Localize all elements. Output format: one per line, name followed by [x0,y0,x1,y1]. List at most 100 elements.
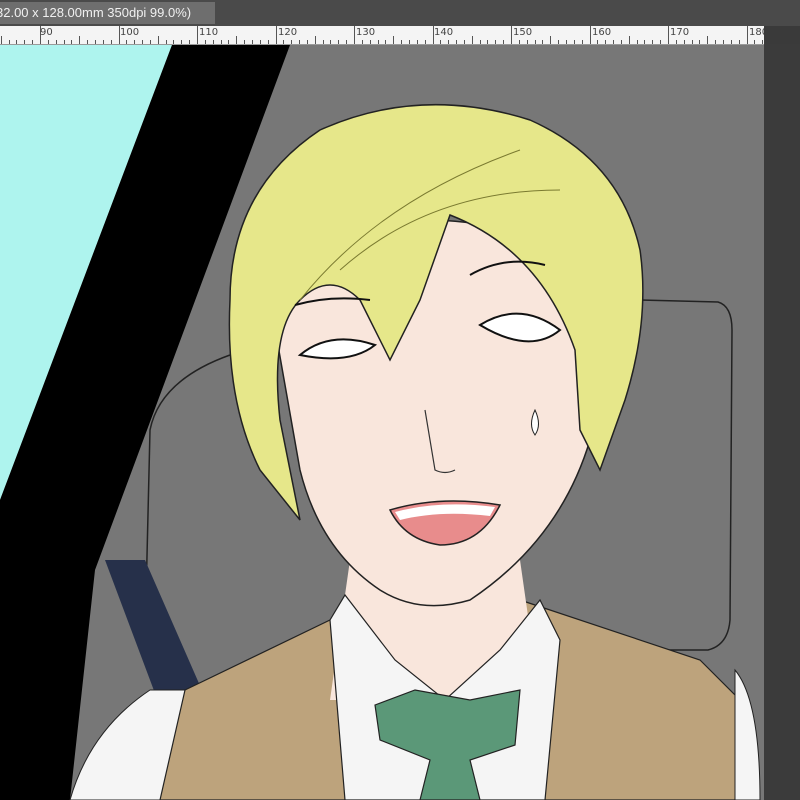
ruler-tick [754,40,756,44]
ruler-tick [440,40,442,44]
ruler-tick [605,40,607,44]
ruler-tick [204,40,206,44]
ruler-tick [228,40,230,44]
ruler-tick [55,40,57,44]
ruler-label: 100 [120,27,140,38]
ruler-tick [589,26,591,44]
ruler-tick [581,40,583,44]
ruler-tick [424,40,426,44]
ruler-tick [620,40,622,44]
ruler-tick [220,40,222,44]
ruler-tick [314,36,316,44]
ruler-tick [448,40,450,44]
ruler-tick [197,26,198,44]
ruler-tick [534,40,536,44]
ruler-tick [699,40,701,44]
ruler-tick [8,40,10,44]
ruler-tick [126,40,128,44]
ruler-tick [518,40,520,44]
document-tab[interactable]: 32.00 x 128.00mm 350dpi 99.0%) [0,2,215,24]
ruler-tick [181,40,183,44]
ruler-tick [746,26,748,44]
ruler-tick [369,40,371,44]
ruler-tick [251,40,253,44]
ruler-tick [416,40,418,44]
ruler-tick [134,40,136,44]
ruler-tick [173,40,175,44]
ruler-label: 130 [356,27,376,38]
ruler-tick [110,40,112,44]
ruler-tick [495,40,497,44]
ruler-tick [24,40,26,44]
ruler-tick [79,36,81,44]
ruler-tick [511,26,512,44]
ruler-tick [526,40,528,44]
ruler-tick [244,40,246,44]
ruler-tick [259,40,261,44]
ruler-label: 90 [40,27,53,38]
ruler-tick [283,40,285,44]
ruler-tick [149,40,151,44]
ruler-tick [628,36,630,44]
drawing-canvas[interactable] [0,45,764,800]
ruler-tick [401,40,403,44]
ruler-tick [707,36,709,44]
ruler-tick [668,26,669,44]
ruler-tick [346,40,348,44]
ruler-tick [456,40,458,44]
ruler-tick [142,40,144,44]
ruler-tick [267,40,269,44]
ruler-tick [87,40,89,44]
ruler-tick [660,40,662,44]
ruler-tick [361,40,363,44]
ruler-tick [573,40,575,44]
ruler-tick [0,36,2,44]
ruler-tick [463,40,465,44]
ruler-tick [644,40,646,44]
ruler-corner [764,26,800,44]
ruler-label: 120 [278,27,298,38]
ruler-label: 170 [670,27,690,38]
ruler-tick [487,40,489,44]
ruler-tick [722,40,724,44]
ruler-tick [730,40,732,44]
ruler-tick [306,40,308,44]
ruler-tick [275,26,277,44]
ruler-tick [432,26,434,44]
ruler-tick [393,36,395,44]
ruler-tick [613,40,615,44]
ruler-tick [338,40,340,44]
ruler-tick [503,40,505,44]
ruler-tick [385,40,387,44]
ruler-label: 140 [434,27,454,38]
document-tab-title: 32.00 x 128.00mm 350dpi 99.0%) [0,5,192,20]
ruler-tick [683,40,685,44]
ruler-tick [330,40,332,44]
ruler-label: 180 [749,27,764,38]
ruler-tick [94,40,96,44]
ruler-tick [291,40,293,44]
ruler-tick [32,40,34,44]
ruler-tick [377,40,379,44]
ruler-tick [118,26,120,44]
ruler-tick [40,26,41,44]
right-panel [764,44,800,800]
title-bar: 32.00 x 128.00mm 350dpi 99.0%) [0,0,800,26]
ruler-tick [165,40,167,44]
ruler-tick [542,40,544,44]
ruler-tick [691,40,693,44]
ruler-label: 160 [592,27,612,38]
ruler-tick [738,40,740,44]
ruler-tick [212,40,214,44]
ruler-tick [157,36,159,44]
ruler-tick [236,36,238,44]
ruler-tick [47,40,49,44]
ruler-tick [322,40,324,44]
ruler-tick [652,40,654,44]
ruler-tick [479,40,481,44]
horizontal-ruler[interactable]: 90 100 110 120 130 140 150 160 170 180 [0,26,764,45]
ruler-tick [558,40,560,44]
ruler-tick [636,40,638,44]
ruler-tick [550,36,552,44]
ruler-tick [675,40,677,44]
